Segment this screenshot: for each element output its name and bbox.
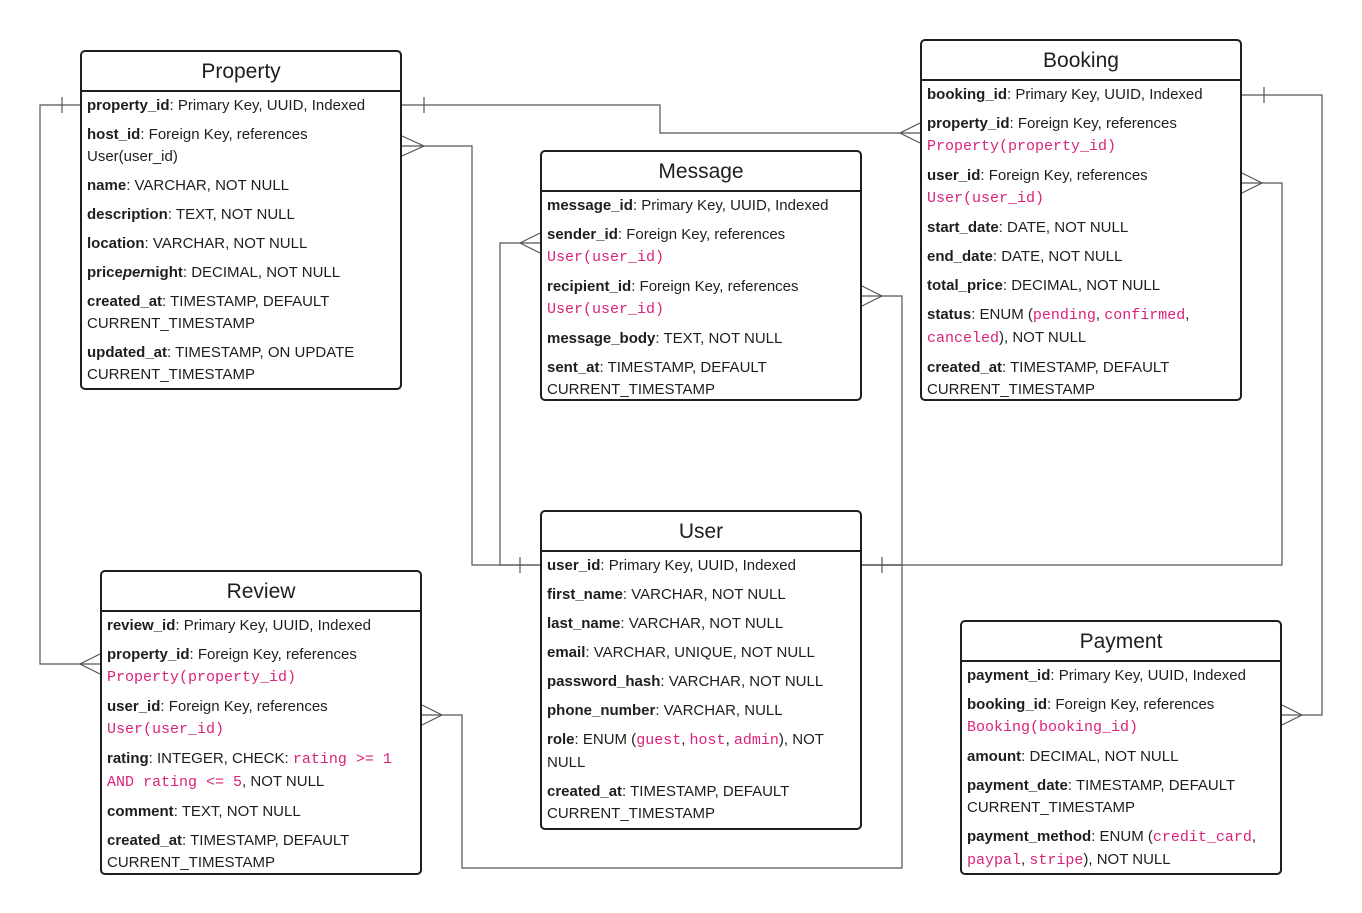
review-field-review-id: review_id: Primary Key, UUID, Indexed bbox=[107, 617, 371, 634]
payment-title: Payment bbox=[962, 622, 1280, 662]
booking-field-end-date: end_date: DATE, NOT NULL bbox=[927, 248, 1123, 265]
property-field-description: description: TEXT, NOT NULL bbox=[87, 206, 295, 223]
booking-title: Booking bbox=[922, 41, 1240, 81]
user-title: User bbox=[542, 512, 860, 552]
payment-field-payment-id: payment_id: Primary Key, UUID, Indexed bbox=[967, 667, 1246, 684]
review-title: Review bbox=[102, 572, 420, 612]
review-field-user-id: user_id: Foreign Key, references User(us… bbox=[107, 698, 328, 738]
booking-field-start-date: start_date: DATE, NOT NULL bbox=[927, 219, 1129, 236]
message-field-message-body: message_body: TEXT, NOT NULL bbox=[547, 330, 783, 347]
review-field-rating: rating: INTEGER, CHECK: rating >= 1 AND … bbox=[107, 750, 392, 791]
user-entity[interactable]: User user_id: Primary Key, UUID, Indexed… bbox=[540, 510, 862, 830]
review-field-property-id: property_id: Foreign Key, references Pro… bbox=[107, 646, 357, 686]
connector-property-booking bbox=[402, 97, 921, 144]
review-field-comment: comment: TEXT, NOT NULL bbox=[107, 803, 301, 820]
booking-entity[interactable]: Booking booking_id: Primary Key, UUID, I… bbox=[920, 39, 1242, 401]
booking-field-status: status: ENUM (pending, confirmed, cancel… bbox=[927, 306, 1190, 347]
connector-user-property-host bbox=[401, 135, 540, 573]
user-field-created-at: created_at: TIMESTAMP, DEFAULT CURRENT_T… bbox=[547, 783, 790, 822]
booking-field-user-id: user_id: Foreign Key, references User(us… bbox=[927, 167, 1148, 207]
connector-user-message-recipient bbox=[861, 285, 903, 573]
user-field-first-name: first_name: VARCHAR, NOT NULL bbox=[547, 586, 786, 603]
property-field-name: name: VARCHAR, NOT NULL bbox=[87, 177, 289, 194]
payment-field-amount: amount: DECIMAL, NOT NULL bbox=[967, 748, 1179, 765]
booking-field-property-id: property_id: Foreign Key, references Pro… bbox=[927, 115, 1177, 155]
property-field-location: location: VARCHAR, NOT NULL bbox=[87, 235, 308, 252]
message-field-recipient-id: recipient_id: Foreign Key, references Us… bbox=[547, 278, 799, 318]
message-field-message-id: message_id: Primary Key, UUID, Indexed bbox=[547, 197, 829, 214]
booking-field-total-price: total_price: DECIMAL, NOT NULL bbox=[927, 277, 1161, 294]
message-field-sent-at: sent_at: TIMESTAMP, DEFAULT CURRENT_TIME… bbox=[547, 359, 767, 398]
payment-field-payment-method: payment_method: ENUM (credit_card, paypa… bbox=[967, 828, 1257, 869]
message-field-sender-id: sender_id: Foreign Key, references User(… bbox=[547, 226, 786, 266]
review-entity[interactable]: Review review_id: Primary Key, UUID, Ind… bbox=[100, 570, 422, 875]
payment-field-booking-id: booking_id: Foreign Key, references Book… bbox=[967, 696, 1215, 736]
user-field-last-name: last_name: VARCHAR, NOT NULL bbox=[547, 615, 784, 632]
message-entity[interactable]: Message message_id: Primary Key, UUID, I… bbox=[540, 150, 862, 401]
property-field-updated-at: updated_at: TIMESTAMP, ON UPDATE CURRENT… bbox=[87, 344, 355, 383]
property-field-host-id: host_id: Foreign Key, references User(us… bbox=[87, 126, 308, 165]
property-field-created-at: created_at: TIMESTAMP, DEFAULT CURRENT_T… bbox=[87, 293, 330, 332]
property-field-property-id: property_id: Primary Key, UUID, Indexed bbox=[87, 97, 366, 114]
message-title: Message bbox=[542, 152, 860, 192]
property-field-pricepernight: pricepernight: DECIMAL, NOT NULL bbox=[87, 264, 341, 281]
booking-field-created-at: created_at: TIMESTAMP, DEFAULT CURRENT_T… bbox=[927, 359, 1170, 398]
user-field-phone-number: phone_number: VARCHAR, NULL bbox=[547, 702, 783, 719]
payment-field-payment-date: payment_date: TIMESTAMP, DEFAULT CURRENT… bbox=[967, 777, 1235, 816]
user-field-password-hash: password_hash: VARCHAR, NOT NULL bbox=[547, 673, 824, 690]
booking-field-booking-id: booking_id: Primary Key, UUID, Indexed bbox=[927, 86, 1203, 103]
property-title: Property bbox=[82, 52, 400, 92]
user-field-role: role: ENUM (guest, host, admin), NOT NUL… bbox=[547, 731, 824, 771]
property-entity[interactable]: Property property_id: Primary Key, UUID,… bbox=[80, 50, 402, 390]
connector-user-message-sender bbox=[499, 232, 541, 566]
user-field-user-id: user_id: Primary Key, UUID, Indexed bbox=[547, 557, 796, 574]
review-field-created-at: created_at: TIMESTAMP, DEFAULT CURRENT_T… bbox=[107, 832, 350, 871]
payment-entity[interactable]: Payment payment_id: Primary Key, UUID, I… bbox=[960, 620, 1282, 875]
user-field-email: email: VARCHAR, UNIQUE, NOT NULL bbox=[547, 644, 815, 661]
